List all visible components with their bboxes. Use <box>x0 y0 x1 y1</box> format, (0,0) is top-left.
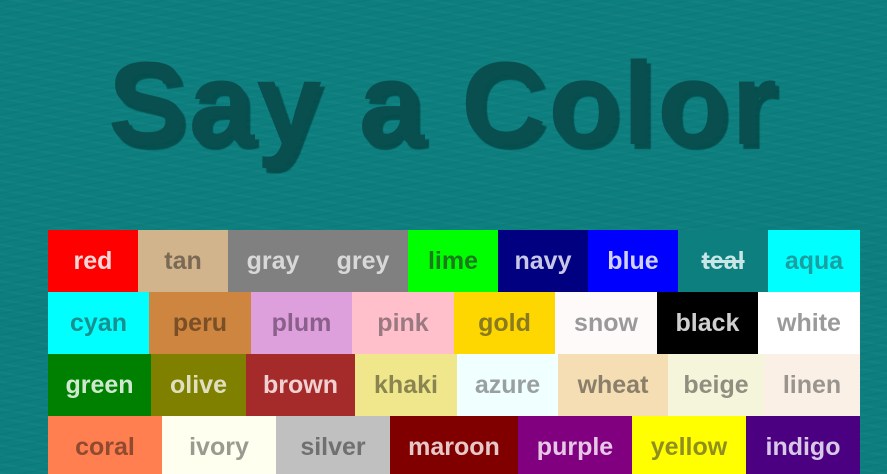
color-chip-green[interactable]: green <box>48 354 151 416</box>
color-chip-label: green <box>65 370 134 399</box>
color-chip-label: gold <box>478 308 531 337</box>
color-chip-aqua[interactable]: aqua <box>768 230 860 292</box>
color-chip-snow[interactable]: snow <box>555 292 657 354</box>
color-chip-pink[interactable]: pink <box>352 292 454 354</box>
color-chip-label: ivory <box>189 432 249 461</box>
color-chip-khaki[interactable]: khaki <box>355 354 457 416</box>
color-chip-wheat[interactable]: wheat <box>558 354 668 416</box>
color-chip-label: peru <box>172 308 228 337</box>
color-chip-plum[interactable]: plum <box>251 292 352 354</box>
color-chip-label: cyan <box>70 308 127 337</box>
color-chip-label: lime <box>427 246 479 275</box>
color-chip-grey[interactable]: grey <box>318 230 408 292</box>
color-chip-label: plum <box>271 308 332 337</box>
color-row: cyan peru plum pink gold snow black white <box>48 292 860 354</box>
color-chip-gold[interactable]: gold <box>454 292 555 354</box>
color-chip-label: gray <box>246 246 300 275</box>
color-chip-brown[interactable]: brown <box>246 354 355 416</box>
color-chip-label: pink <box>377 308 429 337</box>
color-chip-indigo[interactable]: indigo <box>746 416 860 474</box>
color-chip-label: coral <box>75 432 135 461</box>
color-chip-linen[interactable]: linen <box>764 354 860 416</box>
color-chip-label: tan <box>164 246 202 275</box>
color-chip-label: beige <box>683 370 749 399</box>
color-chip-lime[interactable]: lime <box>408 230 498 292</box>
color-chip-label: olive <box>170 370 227 399</box>
color-chip-teal[interactable]: teal <box>678 230 768 292</box>
color-chip-label: snow <box>574 308 638 337</box>
color-chip-peru[interactable]: peru <box>149 292 251 354</box>
color-board: red tan gray grey lime navy blue teal aqua cyan pe… <box>48 230 860 474</box>
color-chip-label: wheat <box>577 370 649 399</box>
color-chip-label: purple <box>536 432 614 461</box>
color-chip-label: khaki <box>374 370 438 399</box>
color-chip-gray[interactable]: gray <box>228 230 318 292</box>
color-chip-label: aqua <box>784 246 844 275</box>
color-chip-black[interactable]: black <box>657 292 758 354</box>
color-chip-label: brown <box>263 370 338 399</box>
color-chip-beige[interactable]: beige <box>668 354 764 416</box>
color-chip-label: silver <box>300 432 366 461</box>
color-chip-label: teal <box>701 246 745 275</box>
color-chip-label: linen <box>782 370 842 399</box>
color-row: red tan gray grey lime navy blue teal aqua <box>48 230 860 292</box>
color-chip-label: grey <box>336 246 390 275</box>
color-chip-white[interactable]: white <box>758 292 860 354</box>
color-row: coral ivory silver maroon purple yellow indigo <box>48 416 860 474</box>
color-chip-coral[interactable]: coral <box>48 416 162 474</box>
color-chip-silver[interactable]: silver <box>276 416 390 474</box>
color-chip-label: azure <box>474 370 541 399</box>
color-chip-label: yellow <box>650 432 728 461</box>
color-chip-yellow[interactable]: yellow <box>632 416 746 474</box>
color-chip-ivory[interactable]: ivory <box>162 416 276 474</box>
color-chip-red[interactable]: red <box>48 230 138 292</box>
color-chip-label: navy <box>514 246 572 275</box>
color-chip-label: maroon <box>408 432 500 461</box>
color-chip-label: red <box>73 246 113 275</box>
color-chip-blue[interactable]: blue <box>588 230 678 292</box>
color-chip-purple[interactable]: purple <box>518 416 632 474</box>
color-chip-cyan[interactable]: cyan <box>48 292 149 354</box>
color-chip-label: blue <box>607 246 659 275</box>
color-chip-azure[interactable]: azure <box>457 354 558 416</box>
color-chip-navy[interactable]: navy <box>498 230 588 292</box>
color-chip-olive[interactable]: olive <box>151 354 246 416</box>
page-title: Say a Color <box>107 38 780 170</box>
color-chip-label: white <box>777 308 841 337</box>
color-row: green olive brown khaki azure wheat beige linen <box>48 354 860 416</box>
color-chip-label: black <box>675 308 740 337</box>
color-chip-tan[interactable]: tan <box>138 230 228 292</box>
color-chip-label: indigo <box>765 432 841 461</box>
color-chip-maroon[interactable]: maroon <box>390 416 518 474</box>
